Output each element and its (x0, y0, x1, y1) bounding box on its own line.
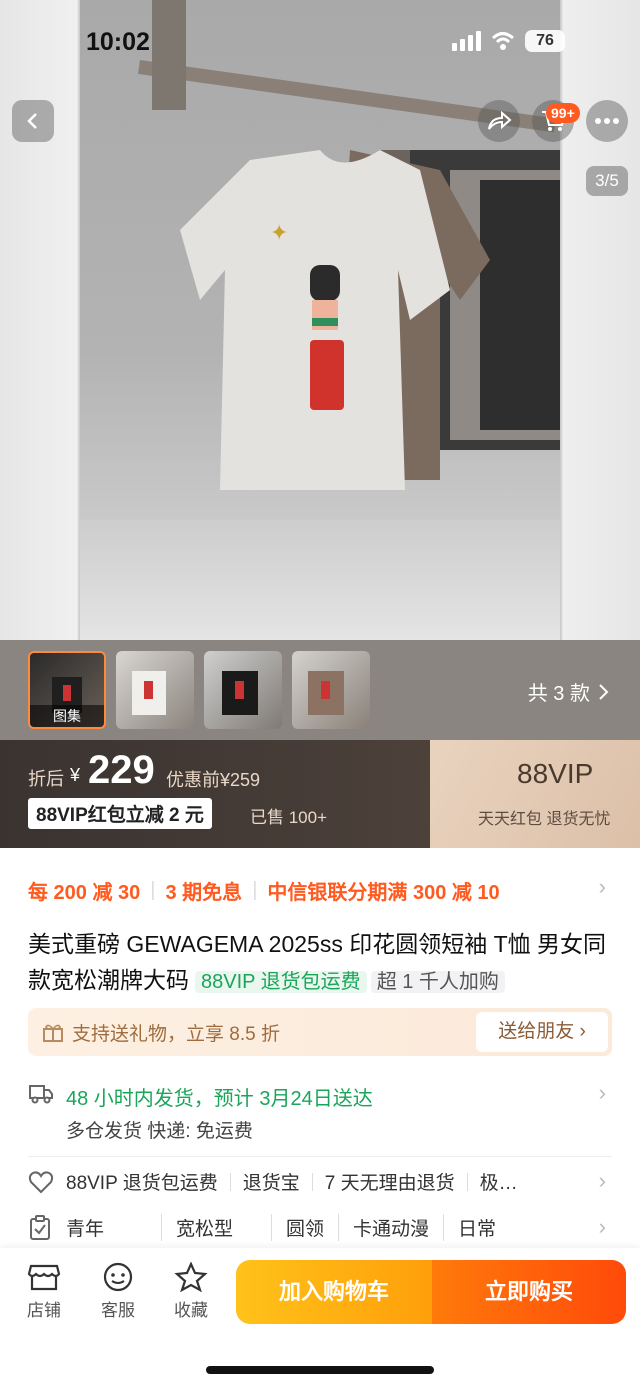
heart-shield-icon (28, 1170, 54, 1193)
thumb-image (308, 671, 344, 715)
vip-panel[interactable] (430, 740, 640, 848)
chevron-right-icon: › (598, 874, 606, 899)
divider (311, 1172, 313, 1191)
signal-icon (452, 31, 481, 51)
gift-text: 支持送礼物，立享 8.5 折 (72, 1023, 280, 1045)
price-prefix: 折后 (28, 769, 64, 789)
divider: | (252, 879, 258, 901)
clipboard-icon (30, 1214, 50, 1240)
status-time: 10:02 (86, 28, 150, 56)
divider (466, 1172, 468, 1191)
more-button[interactable] (586, 100, 628, 142)
sold-count: 已售 100+ (250, 808, 328, 827)
gift-icon (43, 1024, 63, 1042)
service-item: 极… (479, 1173, 518, 1194)
thumb-image (132, 671, 166, 715)
thumb-image (222, 671, 258, 715)
vip-coupon: 88VIP红包立减 2 元 (28, 798, 212, 829)
attribute-item: 卡通动漫 (339, 1214, 445, 1241)
divider: | (150, 879, 156, 901)
buy-now-button[interactable]: 立即购买 (432, 1260, 626, 1324)
promo-item: 中信银联分期满 300 减 10 (267, 882, 500, 904)
attribute-item: 宽松型 (162, 1214, 272, 1241)
battery-icon: 76 (525, 30, 565, 52)
product-image-carousel[interactable]: ✦ (0, 0, 640, 640)
promo-item: 3 期免息 (165, 882, 243, 904)
promotion-row[interactable]: 每 200 减 30 | 3 期免息 | 中信银联分期满 300 减 10 (28, 876, 612, 905)
price-currency: ¥ (70, 765, 81, 785)
home-indicator (206, 1366, 434, 1374)
variant-count-button[interactable]: 共 3 款 (528, 677, 610, 706)
product-title: 美式重磅 GEWAGEMA 2025ss 印花圆领短袖 T恤 男女同款宽松潮牌大… (28, 926, 612, 1000)
cart-badge: 99+ (546, 103, 580, 123)
shop-icon (27, 1264, 61, 1291)
shipping-eta[interactable]: 48 小时内发货，预计 3月24日送达 (66, 1082, 373, 1111)
chevron-right-icon: › (598, 1214, 606, 1239)
price-original: 优惠前¥259 (166, 770, 261, 790)
vip-title: 88VIP (517, 758, 594, 789)
attribute-item: 圆领 (272, 1214, 340, 1241)
send-to-friend-button[interactable]: 送给朋友 › (476, 1012, 608, 1052)
truck-icon (29, 1085, 53, 1104)
promo-item: 每 200 减 30 (28, 882, 141, 904)
page-indicator: 3/5 (586, 166, 628, 196)
chevron-left-icon (27, 113, 37, 129)
share-button[interactable] (478, 100, 520, 142)
floor (80, 520, 560, 640)
shop-label: 店铺 (27, 1301, 61, 1320)
service-guarantees[interactable]: 88VIP 退货包运费 退货宝 7 天无理由退货 极… (28, 1168, 588, 1195)
thumb-brown[interactable] (292, 651, 370, 729)
favorite-label: 收藏 (174, 1301, 208, 1320)
thumb-label: 图集 (30, 705, 104, 727)
chat-face-icon (103, 1262, 133, 1292)
share-icon (488, 110, 512, 130)
service-item: 退货宝 (242, 1173, 300, 1194)
shipping-detail: 多仓发货 快递: 免运费 (66, 1121, 253, 1142)
thumb-white[interactable] (116, 651, 194, 729)
service-item: 7 天无理由退货 (324, 1173, 455, 1194)
attribute-item: 日常 (458, 1219, 497, 1240)
chevron-right-icon: › (598, 1080, 606, 1105)
vip-subtitle: 天天红包 退货无忧 (478, 811, 611, 828)
favorite-button[interactable]: 收藏 (161, 1262, 221, 1321)
status-icons: 76 (452, 30, 565, 52)
more-icon (595, 118, 619, 124)
thumb-gallery[interactable]: 图集 (28, 651, 106, 729)
chevron-right-icon (599, 683, 609, 700)
variant-count-label: 共 3 款 (527, 683, 590, 705)
thumb-black[interactable] (204, 651, 282, 729)
divider (229, 1172, 231, 1191)
price-value: 229 (88, 748, 155, 792)
star-icon (174, 1262, 208, 1292)
chevron-right-icon: › (598, 1168, 606, 1193)
back-button[interactable] (12, 100, 54, 142)
gift-bar: 支持送礼物，立享 8.5 折 送给朋友 › (28, 1008, 612, 1056)
attribute-item: 青年 (52, 1214, 162, 1241)
section-divider (28, 1156, 612, 1157)
add-to-cart-button[interactable]: 加入购物车 (236, 1260, 432, 1324)
svg-text:✦: ✦ (270, 221, 288, 246)
vip-return-tag: 88VIP 退货包运费 (195, 971, 367, 993)
product-attributes[interactable]: 青年 宽松型 圆领 卡通动漫 日常 (28, 1214, 588, 1241)
wifi-icon (491, 32, 515, 50)
service-label: 客服 (101, 1301, 135, 1320)
cart-count-tag: 超 1 千人加购 (370, 971, 505, 993)
service-item: 88VIP 退货包运费 (66, 1173, 218, 1194)
shop-button[interactable]: 店铺 (14, 1262, 74, 1321)
customer-service-button[interactable]: 客服 (88, 1262, 148, 1321)
